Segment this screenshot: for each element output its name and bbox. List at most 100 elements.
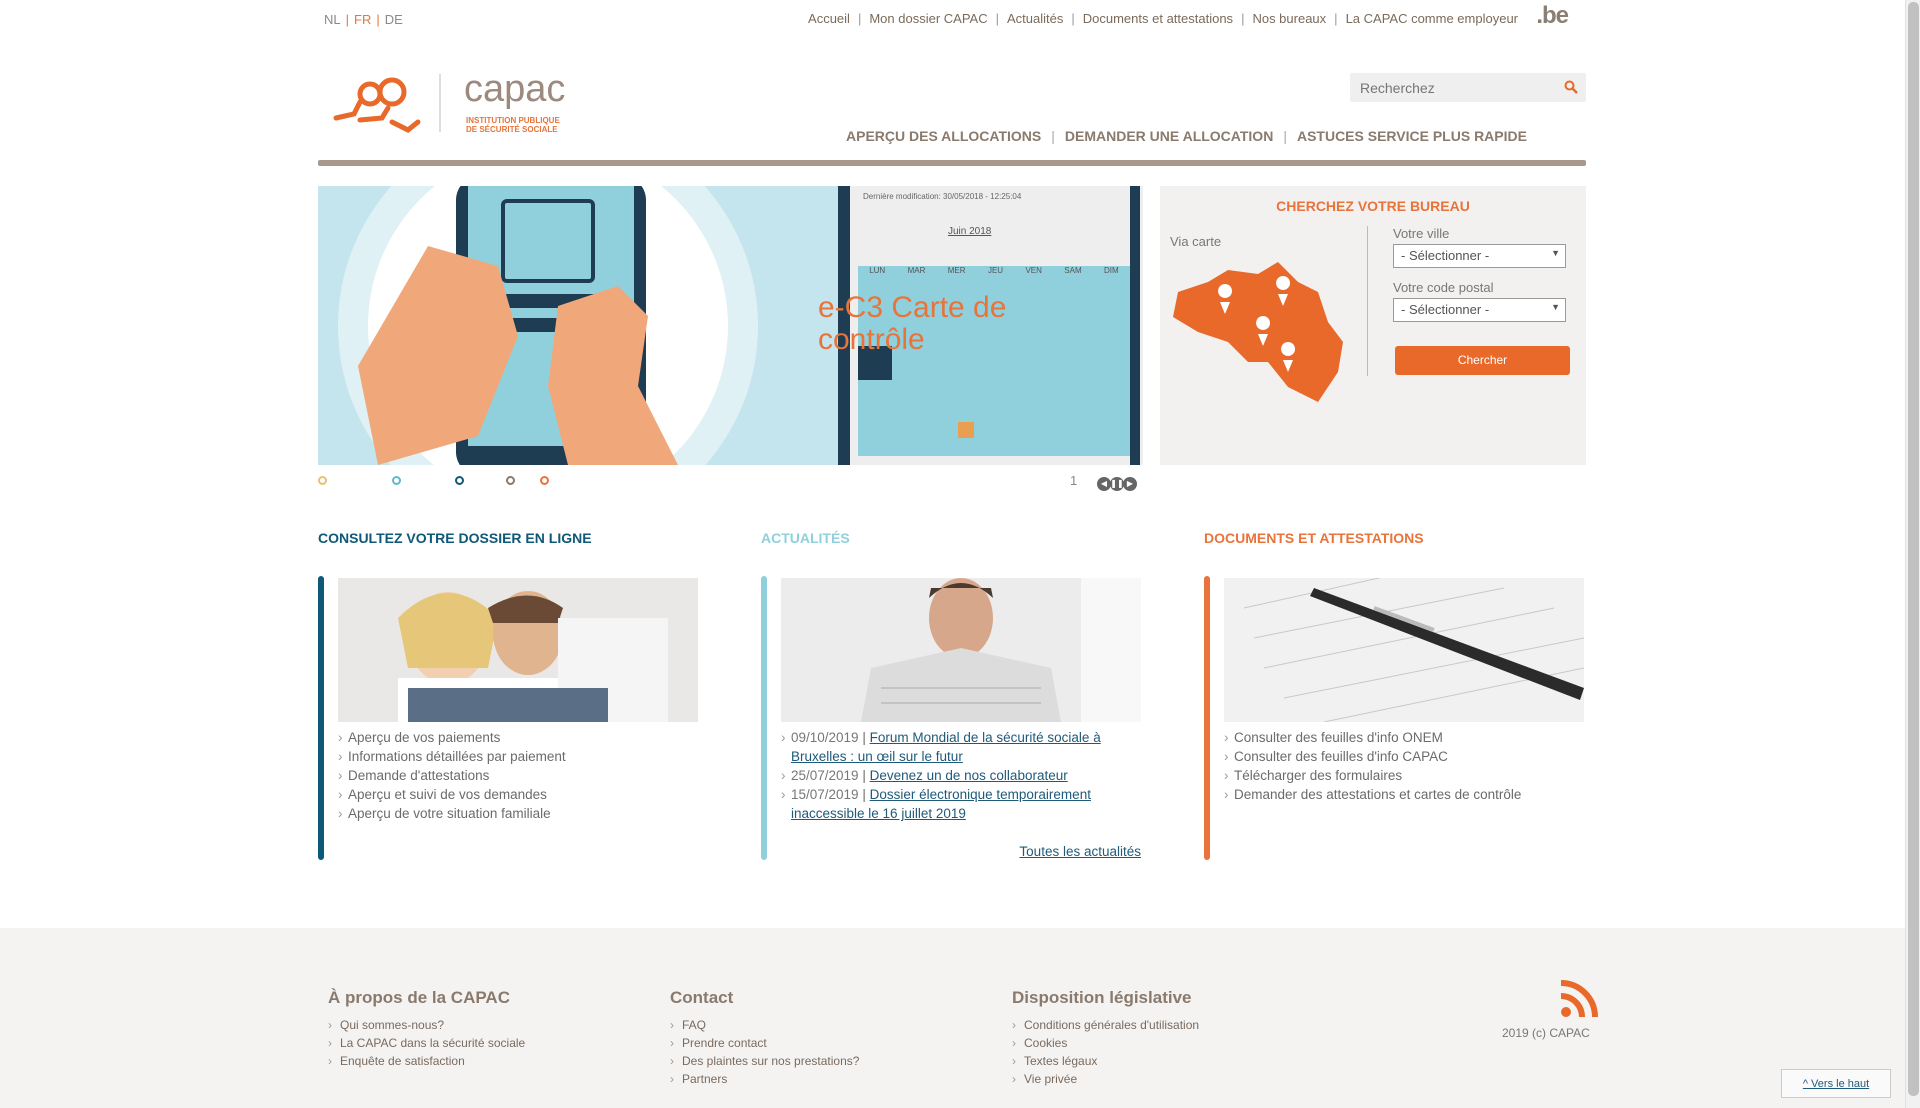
capac-logo-icon [333, 74, 441, 133]
news-link[interactable]: Devenez un de nos collaborateur [870, 768, 1068, 783]
slide-calendar-days: LUN MAR MER JEU VEN SAM DIM [869, 266, 1119, 275]
slider-dot-2[interactable] [392, 476, 401, 485]
topnav-bureaux[interactable]: Nos bureaux [1252, 11, 1326, 26]
news-section: ACTUALITÉS 09/10/2019 | Forum Mondial de… [761, 530, 1141, 860]
slider-dot-1[interactable] [318, 476, 327, 485]
footer-link[interactable]: Partners [670, 1070, 859, 1088]
hero-slider[interactable]: Dernière modification: 30/05/2018 - 12:2… [318, 186, 1143, 465]
list-item[interactable]: Consulter des feuilles d'info ONEM [1224, 728, 1584, 747]
footer-link[interactable]: Prendre contact [670, 1034, 859, 1052]
footer-contact: Contact FAQ Prendre contact Des plaintes… [670, 988, 859, 1088]
list-item[interactable]: Aperçu de vos paiements [338, 728, 698, 747]
footer-contact-title: Contact [670, 988, 734, 1007]
footer-link[interactable]: Conditions générales d'utilisation [1012, 1016, 1199, 1034]
lang-nl[interactable]: NL [324, 12, 341, 27]
topnav-employeur[interactable]: La CAPAC comme employeur [1346, 11, 1518, 26]
list-item[interactable]: Demander des attestations et cartes de c… [1224, 785, 1584, 804]
dossier-photo [338, 578, 698, 722]
footer-link[interactable]: Textes légaux [1012, 1052, 1199, 1070]
logo-subtitle: INSTITUTION PUBLIQUE DE SÉCURITÉ SOCIALE [466, 116, 560, 134]
scrollbar[interactable] [1905, 0, 1920, 1108]
nav-divider [318, 160, 1586, 166]
back-to-top-button[interactable]: ^ Vers le haut [1781, 1069, 1891, 1098]
list-item[interactable]: Consulter des feuilles d'info CAPAC [1224, 747, 1584, 766]
topnav-actualites[interactable]: Actualités [1007, 11, 1063, 26]
prev-icon[interactable]: ◀ [1097, 477, 1111, 491]
chercher-button[interactable]: Chercher [1395, 346, 1570, 375]
footer-link[interactable]: Enquête de satisfaction [328, 1052, 525, 1070]
be-logo[interactable]: .be [1536, 2, 1569, 30]
documents-accent-bar [1204, 576, 1210, 860]
slider-dot-3[interactable] [455, 476, 464, 485]
footer-link[interactable]: Des plaintes sur nos prestations? [670, 1052, 859, 1070]
topnav-documents[interactable]: Documents et attestations [1083, 11, 1233, 26]
chevron-down-icon: ▼ [1551, 302, 1560, 312]
slider-page-number: 1 [1070, 473, 1078, 488]
top-navigation: Accueil | Mon dossier CAPAC | Actualités | Doc… [808, 11, 1518, 26]
language-switcher: NL | FR | DE [324, 12, 403, 27]
chevron-down-icon: ▼ [1551, 248, 1560, 258]
pause-icon[interactable]: ❚❚ [1110, 477, 1124, 491]
list-item[interactable]: Demande d'attestations [338, 766, 698, 785]
documents-links: Consulter des feuilles d'info ONEM Consu… [1224, 728, 1584, 804]
footer-about-title: À propos de la CAPAC [328, 988, 510, 1007]
ville-label: Votre ville [1393, 226, 1450, 241]
slider-dot-5[interactable] [540, 476, 549, 485]
list-item[interactable]: Informations détaillées par paiement [338, 747, 698, 766]
news-date: 09/10/2019 [791, 730, 859, 745]
ville-select[interactable]: - Sélectionner - ▼ [1393, 244, 1566, 268]
footer-link[interactable]: La CAPAC dans la sécurité sociale [328, 1034, 525, 1052]
documents-photo [1224, 578, 1584, 722]
slide-caption[interactable]: e-C3 Carte de contrôle [818, 292, 1058, 356]
documents-title: DOCUMENTS ET ATTESTATIONS [1204, 530, 1424, 546]
news-title: ACTUALITÉS [761, 530, 850, 546]
search-icon[interactable] [1564, 80, 1578, 99]
main-navigation: APERÇU DES ALLOCATIONS | DEMANDER UNE ALLO… [846, 128, 1527, 144]
footer-legal: Disposition législative Conditions génér… [1012, 988, 1199, 1088]
cp-label: Votre code postal [1393, 280, 1494, 295]
dossier-title: CONSULTEZ VOTRE DOSSIER EN LIGNE [318, 530, 592, 546]
slide-calendar-month: Juin 2018 [948, 226, 992, 237]
slider-dot-4[interactable] [506, 476, 515, 485]
footer-legal-title: Disposition législative [1012, 988, 1192, 1007]
news-list: 09/10/2019 | Forum Mondial de la sécurit… [781, 728, 1141, 861]
mainnav-astuces[interactable]: ASTUCES SERVICE PLUS RAPIDE [1297, 128, 1527, 144]
lang-de[interactable]: DE [385, 12, 403, 27]
search-input[interactable] [1350, 73, 1550, 102]
logo-word: capac [464, 68, 566, 110]
rss-icon[interactable] [1560, 980, 1598, 1018]
scrollbar-thumb[interactable] [1908, 2, 1919, 1096]
news-accent-bar [761, 576, 767, 860]
slide-calendar-meta: Dernière modification: 30/05/2018 - 12:2… [863, 192, 1022, 201]
capac-logo[interactable]: capac INSTITUTION PUBLIQUE DE SÉCURITÉ SO… [332, 68, 572, 142]
next-icon[interactable]: ▶ [1123, 477, 1137, 491]
via-carte-label: Via carte [1170, 234, 1222, 249]
list-item[interactable]: Aperçu de votre situation familiale [338, 804, 698, 823]
lang-fr[interactable]: FR [354, 12, 371, 27]
office-finder-title: CHERCHEZ VOTRE BUREAU [1276, 198, 1470, 214]
list-item[interactable]: Télécharger des formulaires [1224, 766, 1584, 785]
belgium-map-icon[interactable] [1168, 262, 1353, 402]
footer-link[interactable]: FAQ [670, 1016, 859, 1034]
topnav-accueil[interactable]: Accueil [808, 11, 850, 26]
copyright: 2019 (c) CAPAC [1502, 1026, 1590, 1040]
dossier-links: Aperçu de vos paiements Informations dét… [338, 728, 698, 823]
list-item[interactable]: Aperçu et suivi de vos demandes [338, 785, 698, 804]
all-news-link[interactable]: Toutes les actualités [1019, 844, 1141, 859]
slider-dots [318, 474, 1143, 488]
topnav-mon-dossier[interactable]: Mon dossier CAPAC [869, 11, 987, 26]
footer-link[interactable]: Vie privée [1012, 1070, 1199, 1088]
footer-link[interactable]: Cookies [1012, 1034, 1199, 1052]
cp-select[interactable]: - Sélectionner - ▼ [1393, 298, 1566, 322]
footer: À propos de la CAPAC Qui sommes-nous? La… [0, 928, 1905, 1108]
news-date: 15/07/2019 [791, 787, 859, 802]
mainnav-demander[interactable]: DEMANDER UNE ALLOCATION [1065, 128, 1273, 144]
dossier-accent-bar [318, 576, 324, 860]
news-photo [781, 578, 1141, 722]
search-box [1350, 73, 1586, 102]
news-date: 25/07/2019 [791, 768, 859, 783]
footer-about: À propos de la CAPAC Qui sommes-nous? La… [328, 988, 525, 1070]
mainnav-apercu[interactable]: APERÇU DES ALLOCATIONS [846, 128, 1041, 144]
footer-link[interactable]: Qui sommes-nous? [328, 1016, 525, 1034]
slider-controls: ◀ ❚❚ ▶ [1097, 473, 1137, 491]
